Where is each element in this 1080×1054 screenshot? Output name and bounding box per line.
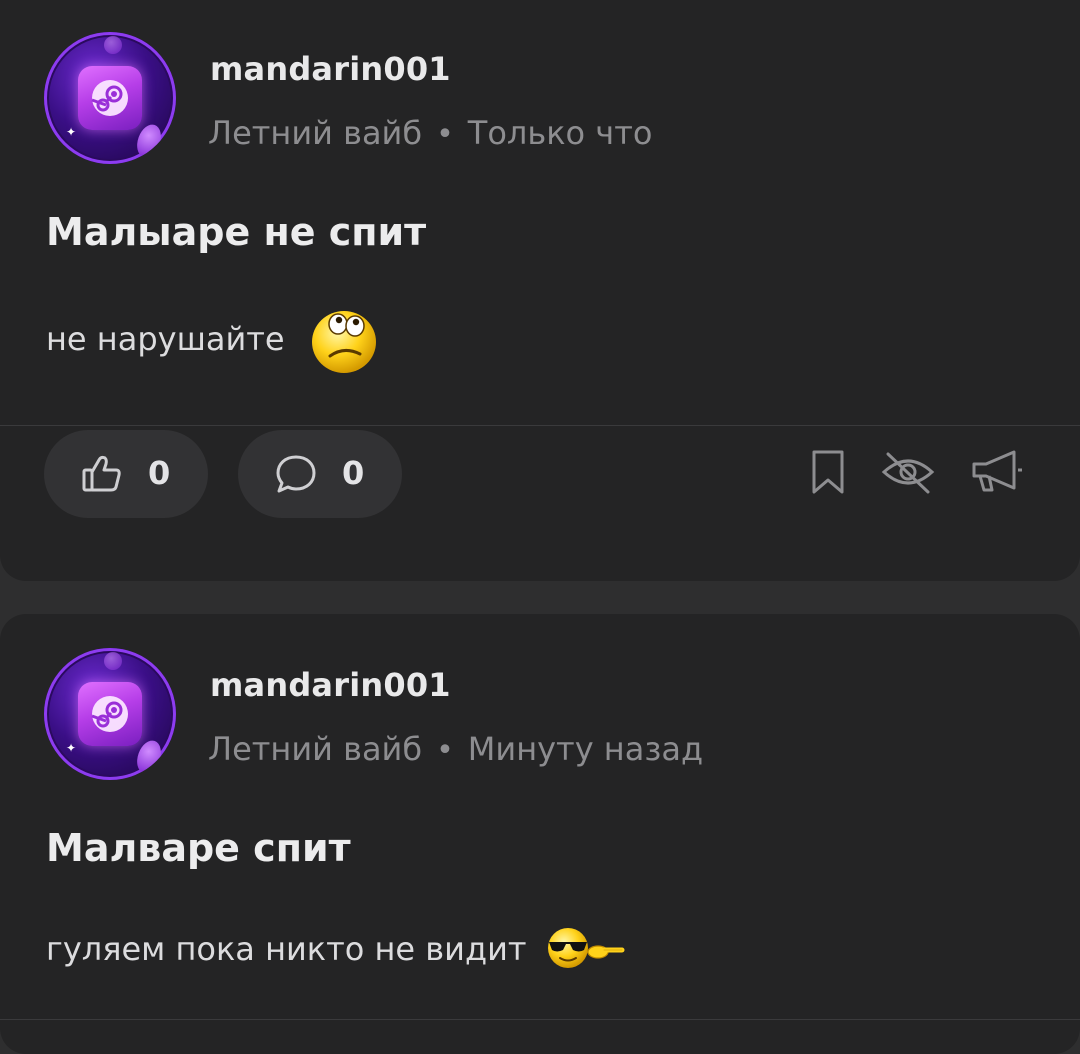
post-text: не нарушайте: [46, 320, 285, 358]
thumbs-up-icon: [80, 452, 124, 500]
post-card: ✦ mandarin001 Летний вайб • Минуту назад М…: [0, 614, 1080, 1054]
sparkle-icon: ✦: [66, 125, 77, 139]
avatar-orb: [104, 652, 122, 670]
post-time: Только что: [467, 114, 653, 152]
avatar[interactable]: ✦: [44, 32, 176, 164]
card-divider: [0, 425, 1080, 426]
card-divider: [0, 1019, 1080, 1020]
steam-logo-icon: [78, 66, 142, 130]
avatar-orb: [132, 121, 166, 161]
post-title[interactable]: Малыаре не спит: [46, 210, 426, 254]
avatar[interactable]: ✦: [44, 648, 176, 780]
post-meta: Летний вайб • Минуту назад: [208, 730, 703, 768]
post-text: гуляем пока никто не видит: [46, 930, 527, 968]
like-count: 0: [148, 454, 171, 492]
post-author[interactable]: mandarin001: [210, 50, 451, 88]
post-category[interactable]: Летний вайб: [208, 730, 422, 768]
steam-logo-icon: [78, 682, 142, 746]
rolling-eyes-emoji-icon: [308, 304, 380, 380]
post-title[interactable]: Малваре спит: [46, 826, 351, 870]
cool-sunglasses-emoji-icon: [546, 924, 626, 976]
comment-count: 0: [342, 454, 365, 492]
post-meta: Летний вайб • Только что: [208, 114, 652, 152]
eye-off-icon[interactable]: [880, 448, 936, 500]
like-button[interactable]: 0: [44, 430, 208, 518]
sparkle-icon: ✦: [66, 741, 77, 755]
post-category[interactable]: Летний вайб: [208, 114, 422, 152]
comment-button[interactable]: 0: [238, 430, 402, 518]
meta-separator: •: [436, 733, 454, 768]
meta-separator: •: [436, 117, 454, 152]
bookmark-icon[interactable]: [808, 448, 848, 500]
post-author[interactable]: mandarin001: [210, 666, 451, 704]
avatar-orb: [132, 737, 166, 777]
comment-bubble-icon: [274, 452, 318, 500]
post-card: ✦ mandarin001 Летний вайб • Только что Мал…: [0, 0, 1080, 581]
megaphone-icon[interactable]: [970, 448, 1024, 500]
post-time: Минуту назад: [467, 730, 704, 768]
avatar-orb: [104, 36, 122, 54]
